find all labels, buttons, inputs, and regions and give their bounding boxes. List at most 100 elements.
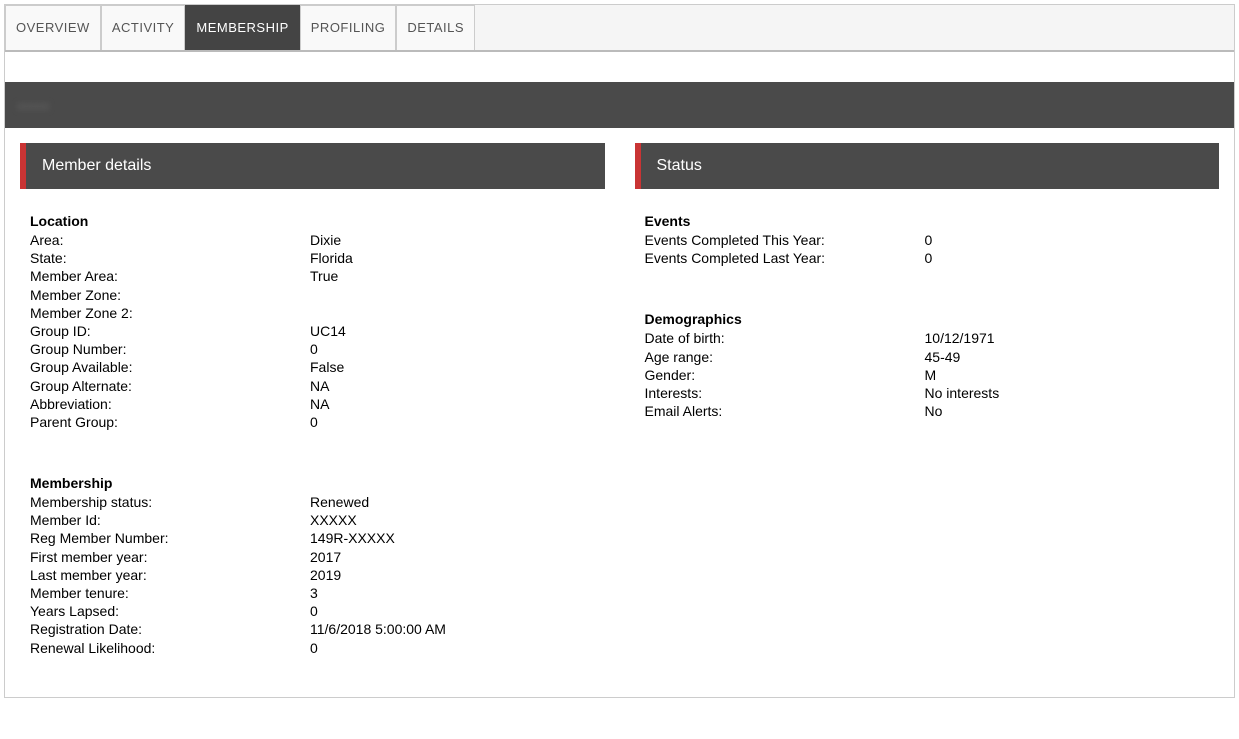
header-bar-text: xxxxx: [17, 98, 50, 113]
membership-status-value: Renewed: [310, 493, 595, 511]
membership-status-label: Membership status:: [30, 493, 310, 511]
tenure-row: Member tenure: 3: [30, 584, 595, 602]
member-zone2-row: Member Zone 2:: [30, 304, 595, 322]
member-details-header: Member details: [20, 143, 605, 189]
gender-label: Gender:: [645, 366, 925, 384]
years-lapsed-row: Years Lapsed: 0: [30, 602, 595, 620]
reg-number-label: Reg Member Number:: [30, 529, 310, 547]
member-zone-label: Member Zone:: [30, 286, 310, 304]
tab-activity[interactable]: ACTIVITY: [101, 5, 186, 50]
group-available-label: Group Available:: [30, 358, 310, 376]
reg-number-row: Reg Member Number: 149R-XXXXX: [30, 529, 595, 547]
group-id-value: UC14: [310, 322, 595, 340]
tab-bar: OVERVIEW ACTIVITY MEMBERSHIP PROFILING D…: [5, 5, 1234, 52]
member-details-body: Location Area: Dixie State: Florida Memb…: [20, 189, 605, 667]
group-alternate-value: NA: [310, 377, 595, 395]
reg-date-value: 11/6/2018 5:00:00 AM: [310, 620, 595, 638]
renewal-value: 0: [310, 639, 595, 657]
parent-group-value: 0: [310, 413, 595, 431]
tab-overview[interactable]: OVERVIEW: [5, 5, 101, 50]
tab-membership[interactable]: MEMBERSHIP: [185, 5, 299, 50]
state-value: Florida: [310, 249, 595, 267]
email-alerts-value: No: [925, 402, 1210, 420]
gender-value: M: [925, 366, 1210, 384]
content-area: Member details Location Area: Dixie Stat…: [5, 128, 1234, 697]
abbreviation-row: Abbreviation: NA: [30, 395, 595, 413]
age-range-value: 45-49: [925, 348, 1210, 366]
parent-group-row: Parent Group: 0: [30, 413, 595, 431]
member-zone-value: [310, 286, 595, 304]
email-alerts-row: Email Alerts: No: [645, 402, 1210, 420]
tab-profiling[interactable]: PROFILING: [300, 5, 397, 50]
abbreviation-label: Abbreviation:: [30, 395, 310, 413]
first-year-value: 2017: [310, 548, 595, 566]
age-range-row: Age range: 45-49: [645, 348, 1210, 366]
group-available-row: Group Available: False: [30, 358, 595, 376]
member-id-label: Member Id:: [30, 511, 310, 529]
events-this-year-label: Events Completed This Year:: [645, 231, 925, 249]
state-row: State: Florida: [30, 249, 595, 267]
abbreviation-value: NA: [310, 395, 595, 413]
location-heading: Location: [30, 213, 595, 229]
member-area-label: Member Area:: [30, 267, 310, 285]
first-year-label: First member year:: [30, 548, 310, 566]
interests-value: No interests: [925, 384, 1210, 402]
group-id-label: Group ID:: [30, 322, 310, 340]
years-lapsed-value: 0: [310, 602, 595, 620]
header-bar: xxxxx: [5, 82, 1234, 128]
reg-date-label: Registration Date:: [30, 620, 310, 638]
renewal-label: Renewal Likelihood:: [30, 639, 310, 657]
group-number-label: Group Number:: [30, 340, 310, 358]
member-details-panel: Member details Location Area: Dixie Stat…: [20, 143, 605, 667]
dob-value: 10/12/1971: [925, 329, 1210, 347]
gender-row: Gender: M: [645, 366, 1210, 384]
member-zone2-label: Member Zone 2:: [30, 304, 310, 322]
status-header: Status: [635, 143, 1220, 189]
age-range-label: Age range:: [645, 348, 925, 366]
events-last-year-row: Events Completed Last Year: 0: [645, 249, 1210, 267]
group-number-row: Group Number: 0: [30, 340, 595, 358]
group-alternate-row: Group Alternate: NA: [30, 377, 595, 395]
group-available-value: False: [310, 358, 595, 376]
member-area-row: Member Area: True: [30, 267, 595, 285]
parent-group-label: Parent Group:: [30, 413, 310, 431]
member-id-row: Member Id: XXXXX: [30, 511, 595, 529]
events-this-year-row: Events Completed This Year: 0: [645, 231, 1210, 249]
years-lapsed-label: Years Lapsed:: [30, 602, 310, 620]
interests-label: Interests:: [645, 384, 925, 402]
events-heading: Events: [645, 213, 1210, 229]
events-last-year-value: 0: [925, 249, 1210, 267]
member-zone-row: Member Zone:: [30, 286, 595, 304]
group-number-value: 0: [310, 340, 595, 358]
demographics-heading: Demographics: [645, 311, 1210, 327]
tenure-label: Member tenure:: [30, 584, 310, 602]
membership-status-row: Membership status: Renewed: [30, 493, 595, 511]
state-label: State:: [30, 249, 310, 267]
interests-row: Interests: No interests: [645, 384, 1210, 402]
area-value: Dixie: [310, 231, 595, 249]
member-area-value: True: [310, 267, 595, 285]
dob-label: Date of birth:: [645, 329, 925, 347]
member-zone2-value: [310, 304, 595, 322]
dob-row: Date of birth: 10/12/1971: [645, 329, 1210, 347]
reg-date-row: Registration Date: 11/6/2018 5:00:00 AM: [30, 620, 595, 638]
area-row: Area: Dixie: [30, 231, 595, 249]
last-year-row: Last member year: 2019: [30, 566, 595, 584]
renewal-row: Renewal Likelihood: 0: [30, 639, 595, 657]
email-alerts-label: Email Alerts:: [645, 402, 925, 420]
group-id-row: Group ID: UC14: [30, 322, 595, 340]
status-panel: Status Events Events Completed This Year…: [635, 143, 1220, 667]
last-year-value: 2019: [310, 566, 595, 584]
last-year-label: Last member year:: [30, 566, 310, 584]
member-id-value: XXXXX: [310, 511, 595, 529]
reg-number-value: 149R-XXXXX: [310, 529, 595, 547]
area-label: Area:: [30, 231, 310, 249]
group-alternate-label: Group Alternate:: [30, 377, 310, 395]
status-body: Events Events Completed This Year: 0 Eve…: [635, 189, 1220, 430]
events-this-year-value: 0: [925, 231, 1210, 249]
membership-heading: Membership: [30, 475, 595, 491]
tab-details[interactable]: DETAILS: [396, 5, 475, 50]
main-container: OVERVIEW ACTIVITY MEMBERSHIP PROFILING D…: [4, 4, 1235, 698]
tenure-value: 3: [310, 584, 595, 602]
first-year-row: First member year: 2017: [30, 548, 595, 566]
